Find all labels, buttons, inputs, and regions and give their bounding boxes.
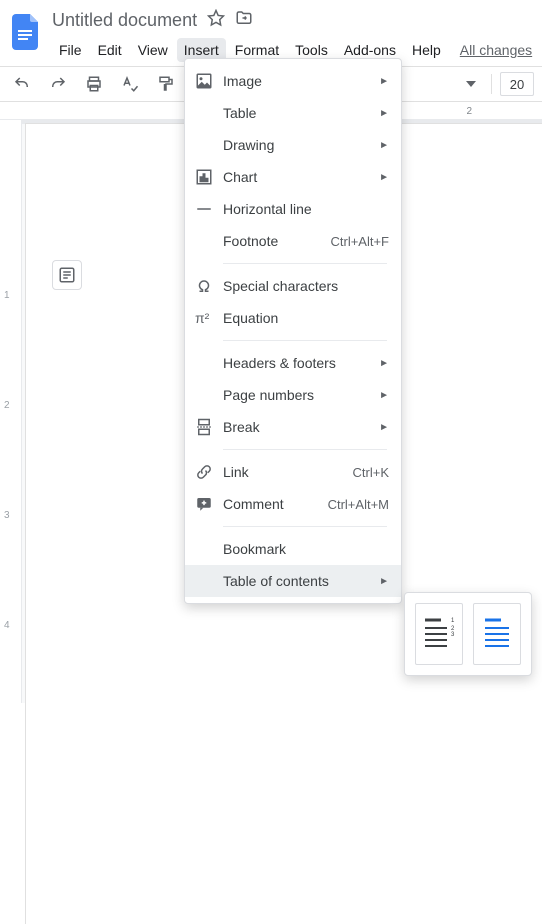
pi-icon: π²	[195, 310, 219, 326]
chart-icon	[195, 168, 219, 186]
menu-item-table[interactable]: Table ►	[185, 97, 401, 129]
redo-button[interactable]	[44, 70, 72, 98]
vruler-tick: 3	[4, 510, 10, 521]
spellcheck-button[interactable]	[116, 70, 144, 98]
star-icon[interactable]	[207, 9, 225, 32]
menu-item-drawing[interactable]: Drawing ►	[185, 129, 401, 161]
menu-item-link[interactable]: Link Ctrl+K	[185, 456, 401, 488]
menu-help[interactable]: Help	[405, 38, 448, 62]
undo-button[interactable]	[8, 70, 36, 98]
menu-separator	[223, 526, 387, 527]
toc-option-links[interactable]	[473, 603, 521, 665]
move-to-folder-icon[interactable]	[235, 9, 253, 32]
print-button[interactable]	[80, 70, 108, 98]
outline-toggle-button[interactable]	[52, 260, 82, 290]
doc-title[interactable]: Untitled document	[52, 10, 197, 31]
submenu-arrow-icon: ►	[379, 576, 389, 587]
vruler-tick: 1	[4, 290, 10, 301]
menu-item-page-numbers[interactable]: Page numbers ►	[185, 379, 401, 411]
svg-text:3: 3	[451, 632, 455, 638]
submenu-arrow-icon: ►	[379, 172, 389, 183]
menu-item-headers-footers[interactable]: Headers & footers ►	[185, 347, 401, 379]
menu-file[interactable]: File	[52, 38, 89, 62]
menu-item-break[interactable]: Break ►	[185, 411, 401, 443]
submenu-arrow-icon: ►	[379, 390, 389, 401]
menu-item-footnote[interactable]: Footnote Ctrl+Alt+F	[185, 225, 401, 257]
docs-logo-icon[interactable]	[8, 8, 44, 56]
toc-submenu: 1 2 3	[404, 592, 532, 676]
insert-menu-dropdown: Image ► Table ► Drawing ► Chart ► Horizo…	[184, 58, 402, 604]
menu-item-horizontal-line[interactable]: Horizontal line	[185, 193, 401, 225]
submenu-arrow-icon: ►	[379, 422, 389, 433]
menu-item-bookmark[interactable]: Bookmark	[185, 533, 401, 565]
menu-item-table-of-contents[interactable]: Table of contents ►	[185, 565, 401, 597]
comment-icon	[195, 495, 219, 513]
omega-icon	[195, 277, 219, 295]
submenu-arrow-icon: ►	[379, 76, 389, 87]
font-family-dropdown-arrow[interactable]	[459, 72, 483, 96]
menu-separator	[223, 340, 387, 341]
toc-option-plain[interactable]: 1 2 3	[415, 603, 463, 665]
page-break-icon	[195, 418, 219, 436]
menu-item-image[interactable]: Image ►	[185, 65, 401, 97]
menu-item-comment[interactable]: Comment Ctrl+Alt+M	[185, 488, 401, 520]
header: Untitled document File Edit View Insert …	[0, 0, 542, 64]
menu-item-equation[interactable]: π² Equation	[185, 302, 401, 334]
menu-separator	[223, 449, 387, 450]
link-icon	[195, 463, 219, 481]
submenu-arrow-icon: ►	[379, 358, 389, 369]
font-size-input[interactable]	[500, 72, 534, 96]
vertical-ruler[interactable]: 1 2 3 4	[0, 120, 22, 703]
submenu-arrow-icon: ►	[379, 108, 389, 119]
menu-separator	[223, 263, 387, 264]
svg-text:1: 1	[451, 618, 455, 624]
menu-item-chart[interactable]: Chart ►	[185, 161, 401, 193]
all-changes-saved-link[interactable]: All changes	[450, 42, 532, 58]
horizontal-line-icon	[195, 200, 219, 218]
vruler-tick: 2	[4, 400, 10, 411]
menu-item-special-characters[interactable]: Special characters	[185, 270, 401, 302]
submenu-arrow-icon: ►	[379, 140, 389, 151]
toolbar-separator	[491, 74, 492, 94]
ruler-label-2: 2	[466, 106, 472, 117]
image-icon	[195, 72, 219, 90]
menu-view[interactable]: View	[131, 38, 175, 62]
menu-edit[interactable]: Edit	[91, 38, 129, 62]
paint-format-button[interactable]	[152, 70, 180, 98]
vruler-tick: 4	[4, 620, 10, 631]
